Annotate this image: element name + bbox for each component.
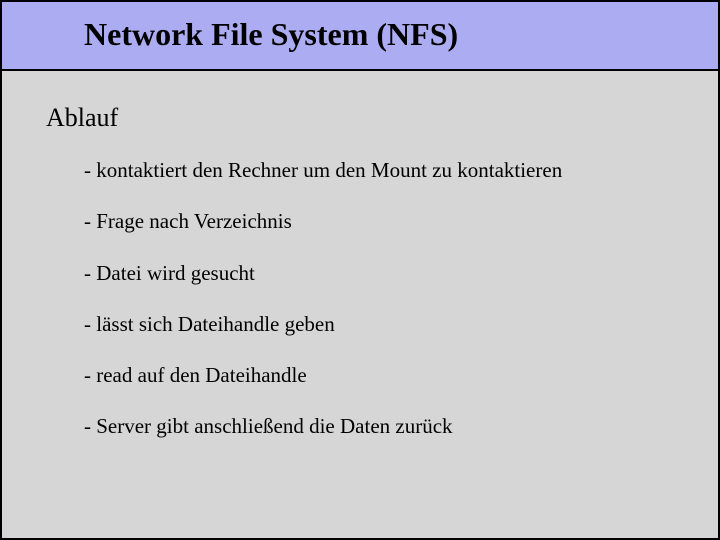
list-item: - lässt sich Dateihandle geben [84, 311, 718, 338]
section-heading: Ablauf [46, 103, 718, 133]
title-bar: Network File System (NFS) [2, 2, 718, 71]
content-area: Ablauf - kontaktiert den Rechner um den … [2, 71, 718, 441]
list-item: - Datei wird gesucht [84, 260, 718, 287]
list-item: - kontaktiert den Rechner um den Mount z… [84, 157, 718, 184]
page-title: Network File System (NFS) [84, 16, 718, 53]
list-item: - Server gibt anschließend die Daten zur… [84, 413, 718, 440]
list-item: - Frage nach Verzeichnis [84, 208, 718, 235]
bullet-list: - kontaktiert den Rechner um den Mount z… [46, 157, 718, 441]
list-item: - read auf den Dateihandle [84, 362, 718, 389]
